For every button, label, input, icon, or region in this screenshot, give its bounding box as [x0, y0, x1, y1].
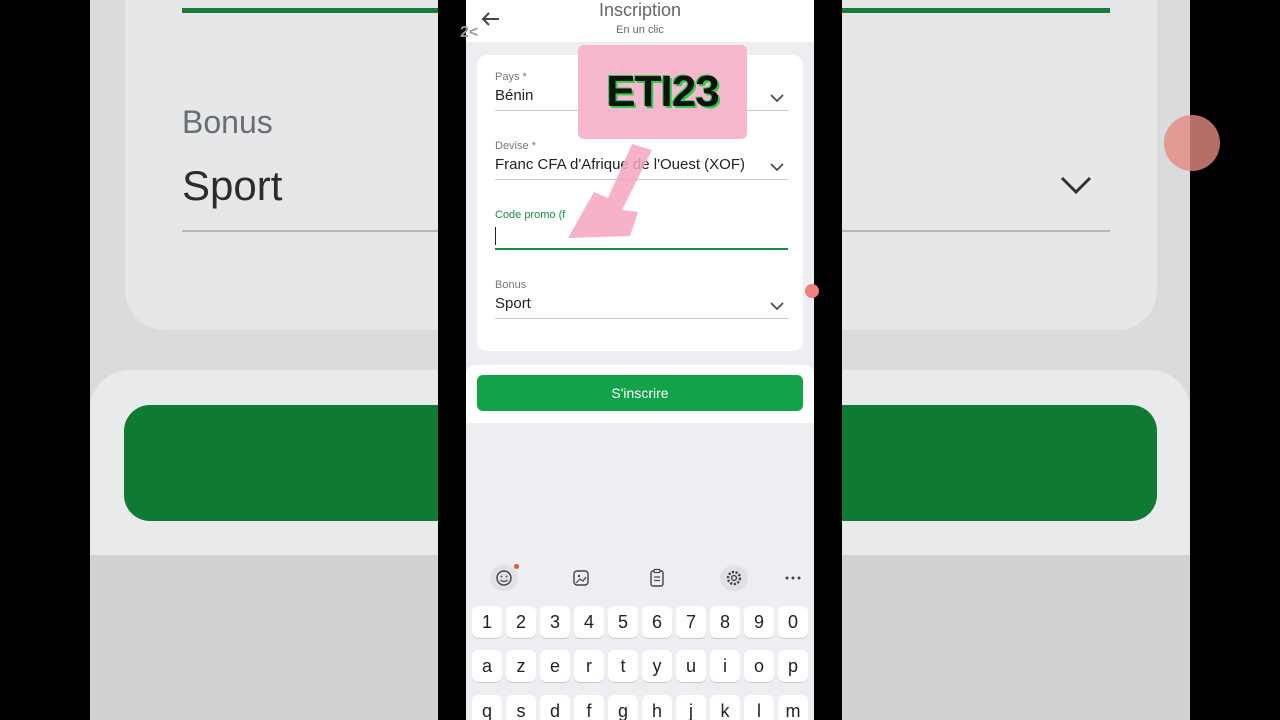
background-underline-left [182, 230, 438, 232]
sticker-icon[interactable] [567, 565, 595, 591]
background-button-left [124, 405, 438, 521]
background-black-right [1190, 0, 1280, 720]
gear-icon[interactable] [720, 565, 748, 591]
key-r[interactable]: r [574, 650, 604, 682]
key-l[interactable]: l [744, 695, 774, 720]
key-g[interactable]: g [608, 695, 638, 720]
key-d[interactable]: d [540, 695, 570, 720]
background-black-left [0, 0, 90, 720]
key-o[interactable]: o [744, 650, 774, 682]
chevron-down-icon [770, 302, 784, 311]
background-underline-right [842, 230, 1110, 232]
submit-panel: S'inscrire [466, 365, 814, 423]
page-title: Inscription [598, 0, 682, 20]
keyboard-row-numbers: 1 2 3 4 5 6 7 8 9 0 [470, 606, 810, 640]
more-icon[interactable] [779, 565, 807, 591]
background-bonus-value: Sport [182, 162, 283, 209]
key-0[interactable]: 0 [778, 606, 808, 638]
key-p[interactable]: p [778, 650, 808, 682]
bonus-value: Sport [495, 295, 531, 312]
watermark-logo: 2< [460, 24, 479, 41]
key-9[interactable]: 9 [744, 606, 774, 638]
key-s[interactable]: s [506, 695, 536, 720]
key-t[interactable]: t [608, 650, 638, 682]
key-m[interactable]: m [778, 695, 808, 720]
key-i[interactable]: i [710, 650, 740, 682]
key-a[interactable]: a [472, 650, 502, 682]
key-j[interactable]: j [676, 695, 706, 720]
background-pink-dot [1164, 115, 1220, 171]
keyboard-toolbar [466, 558, 814, 598]
key-u[interactable]: u [676, 650, 706, 682]
edge-pink-dot [805, 284, 819, 298]
background-bottom-left [90, 555, 438, 720]
background-chevron-down-icon [1060, 176, 1092, 195]
bonus-label: Bonus [495, 279, 527, 291]
bonus-select[interactable]: Bonus Sport [495, 279, 788, 319]
key-e[interactable]: e [540, 650, 570, 682]
emoji-icon[interactable] [490, 565, 518, 591]
chevron-down-icon [770, 163, 784, 172]
register-button[interactable]: S'inscrire [477, 375, 803, 411]
key-6[interactable]: 6 [642, 606, 672, 638]
key-y[interactable]: y [642, 650, 672, 682]
background-topline-left [182, 8, 438, 13]
key-7[interactable]: 7 [676, 606, 706, 638]
key-5[interactable]: 5 [608, 606, 638, 638]
chevron-down-icon [770, 94, 784, 103]
key-z[interactable]: z [506, 650, 536, 682]
background-bonus-label: Bonus [182, 104, 273, 140]
key-k[interactable]: k [710, 695, 740, 720]
keyboard-row-letters-2: q s d f g h j k l m [470, 695, 810, 720]
key-2[interactable]: 2 [506, 606, 536, 638]
key-3[interactable]: 3 [540, 606, 570, 638]
key-q[interactable]: q [472, 695, 502, 720]
notification-dot [514, 564, 519, 569]
key-8[interactable]: 8 [710, 606, 740, 638]
key-f[interactable]: f [574, 695, 604, 720]
background-bottom-right [842, 555, 1190, 720]
key-4[interactable]: 4 [574, 606, 604, 638]
page-subtitle: En un clic [616, 24, 664, 36]
background-button-right [842, 405, 1157, 521]
background-card-right [842, 0, 1157, 330]
virtual-keyboard: 1 2 3 4 5 6 7 8 9 0 a z e r t y u i o p … [466, 558, 814, 720]
clipboard-icon[interactable] [643, 565, 671, 591]
promo-code-text: ETI23 [606, 67, 719, 116]
keyboard-row-letters-1: a z e r t y u i o p [470, 650, 810, 684]
key-h[interactable]: h [642, 695, 672, 720]
app-header: Inscription En un clic [466, 0, 814, 42]
key-1[interactable]: 1 [472, 606, 502, 638]
background-topline-right [842, 8, 1110, 13]
promo-code-overlay: ETI23 [578, 45, 747, 139]
text-cursor [495, 227, 496, 245]
pointer-arrow-icon [568, 144, 652, 238]
bonus-underline [495, 318, 788, 319]
